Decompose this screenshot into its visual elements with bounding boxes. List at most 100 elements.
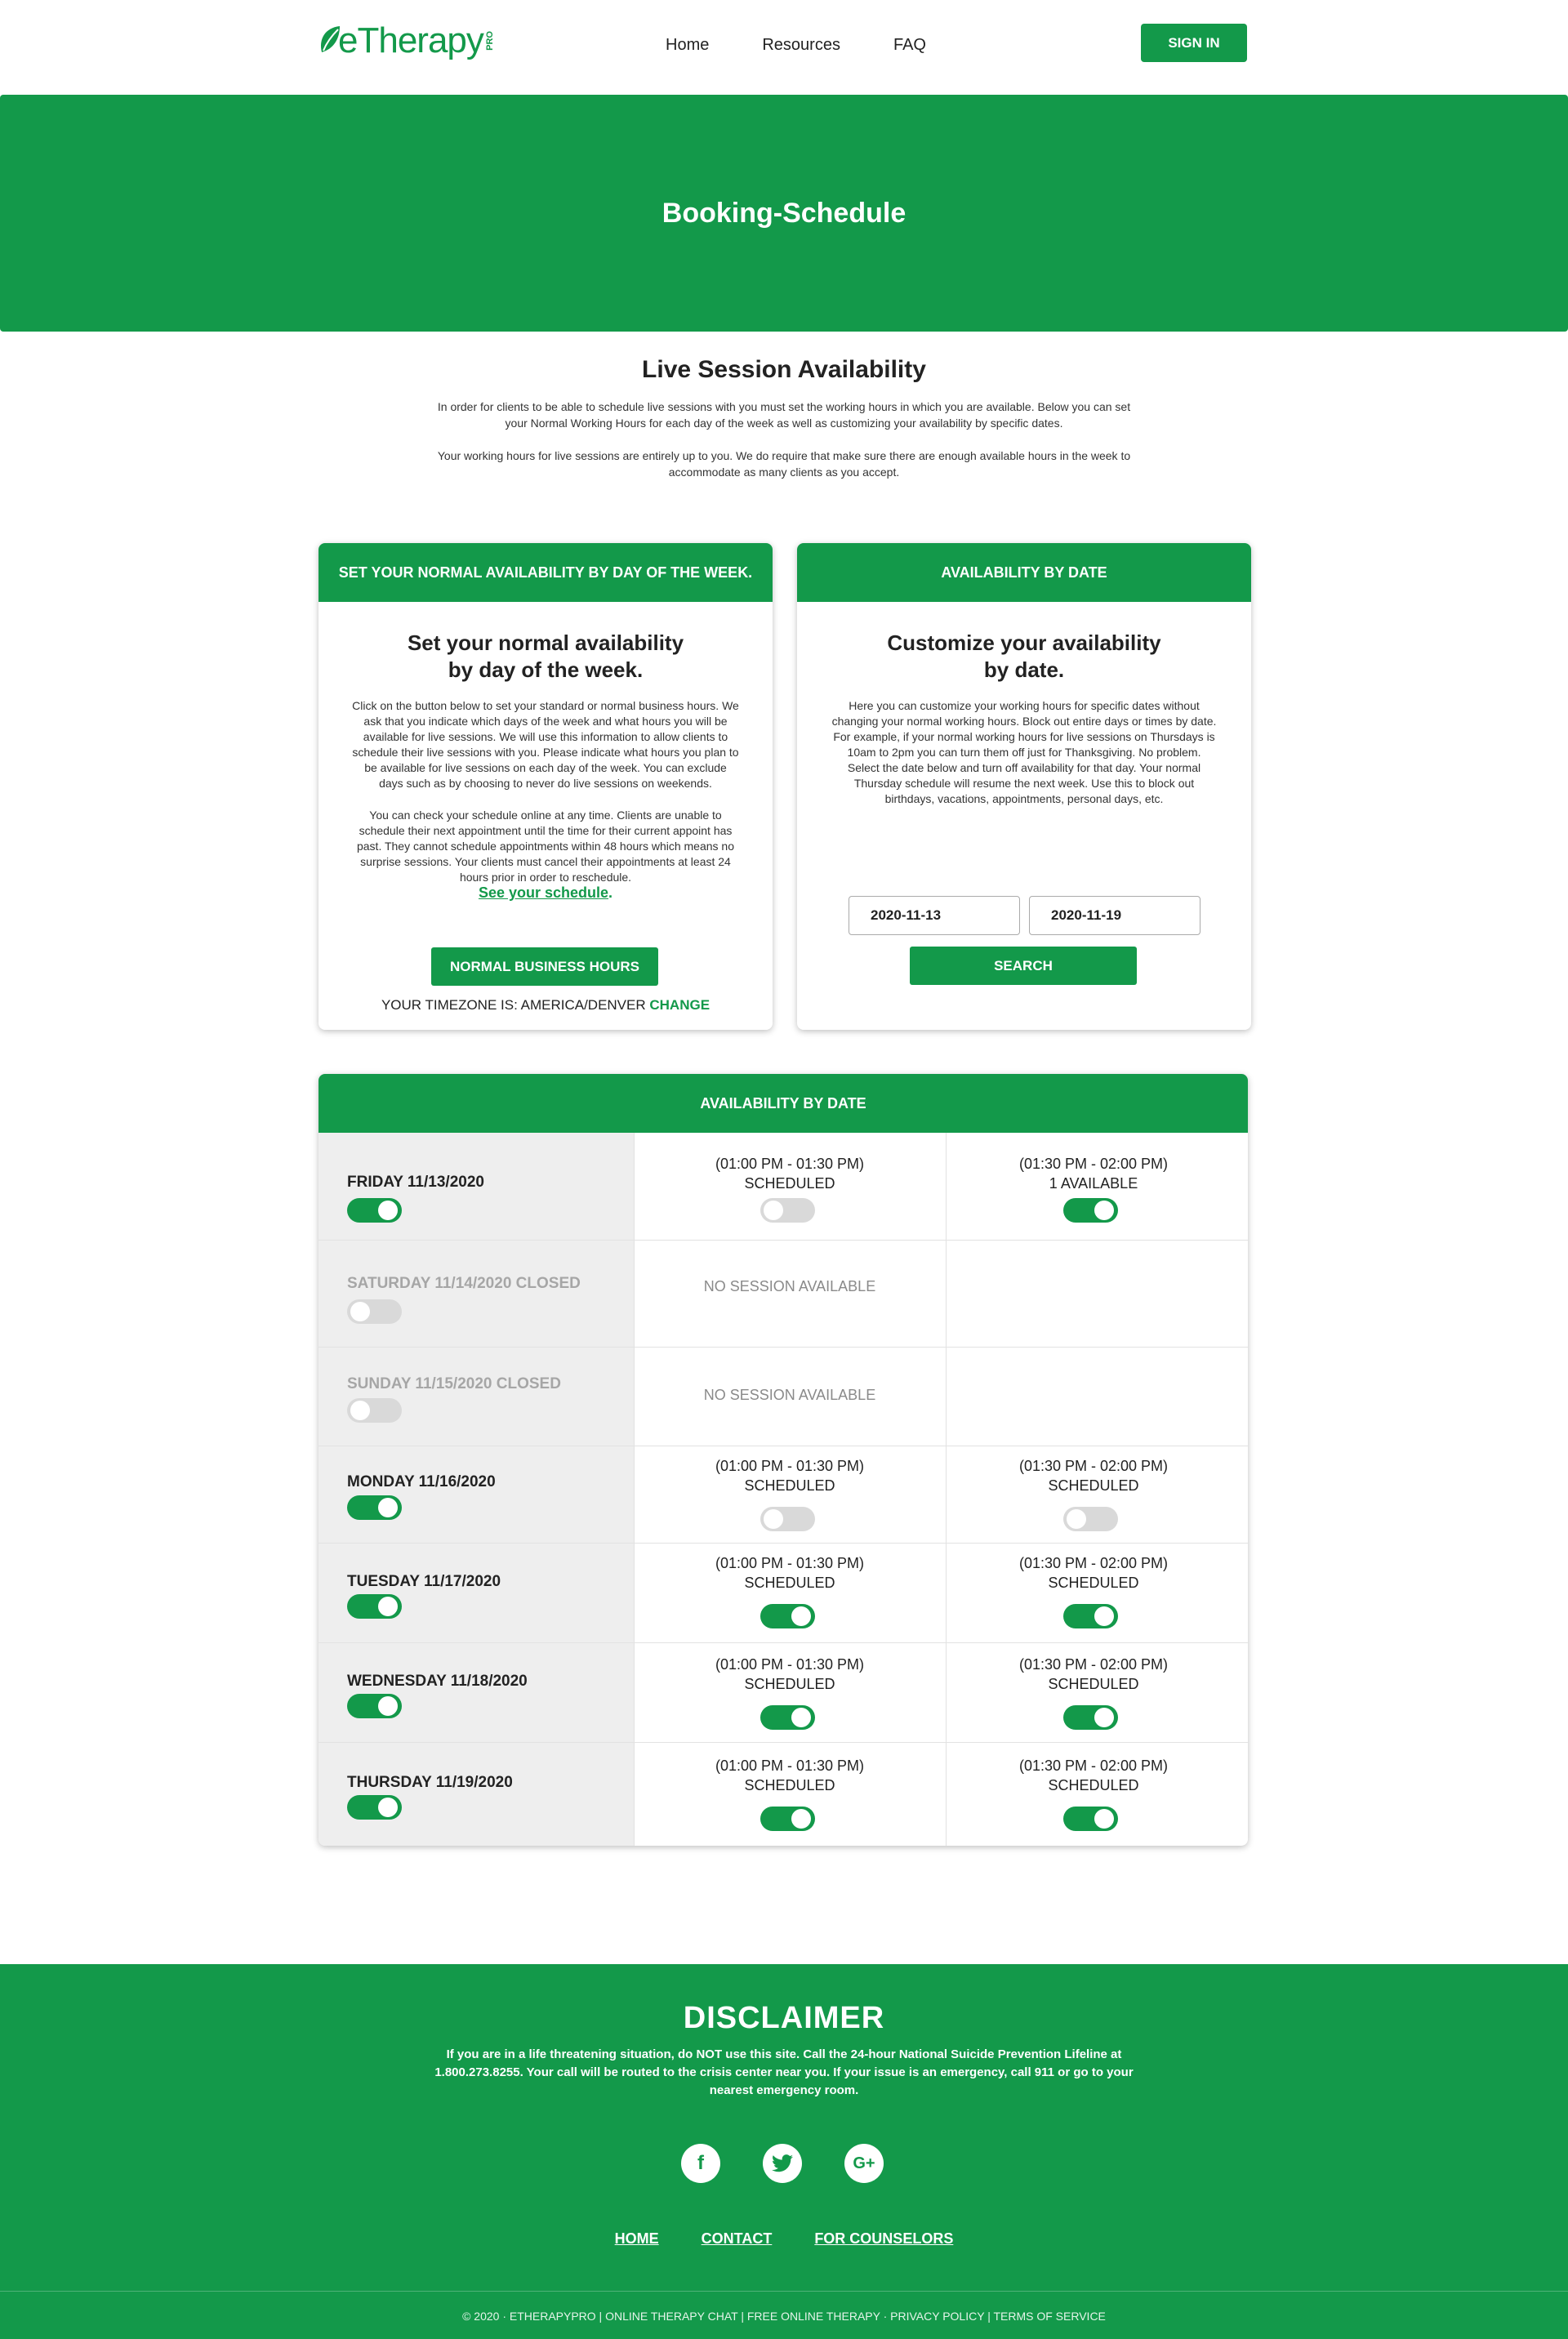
table-row-monday: MONDAY 11/16/2020 (01:00 PM - 01:30 PM) … — [318, 1446, 1248, 1544]
slot-status: 1 AVAILABLE — [1049, 1175, 1138, 1192]
day-toggle[interactable] — [347, 1795, 402, 1820]
slot-time: (01:00 PM - 01:30 PM) — [715, 1758, 865, 1774]
slot-time: (01:30 PM - 02:00 PM) — [1018, 1458, 1169, 1474]
slot-2: (01:30 PM - 02:00 PM) 1 AVAILABLE — [938, 1154, 1248, 1193]
card-title: Customize your availability by date. — [887, 630, 1161, 682]
availability-by-date-card: AVAILABILITY BY DATE Customize your avai… — [797, 543, 1251, 1030]
slot-2-toggle[interactable] — [1063, 1705, 1118, 1730]
slot-status: SCHEDULED — [1048, 1777, 1139, 1793]
intro-title: Live Session Availability — [642, 356, 926, 383]
card-paragraph-1: Click on the button below to set your st… — [352, 699, 739, 790]
slot-1-toggle[interactable] — [760, 1807, 815, 1831]
table-row-saturday: SATURDAY 11/14/2020 CLOSED NO SESSION AV… — [318, 1241, 1248, 1348]
slot-time: (01:30 PM - 02:00 PM) — [1018, 1758, 1169, 1774]
slot-status: SCHEDULED — [1048, 1575, 1139, 1591]
slot-status: SCHEDULED — [744, 1777, 835, 1793]
day-label: WEDNESDAY 11/18/2020 — [347, 1673, 528, 1690]
table-row-friday: FRIDAY 11/13/2020 (01:00 PM - 01:30 PM) … — [318, 1133, 1248, 1241]
footer-link-for-counselors[interactable]: FOR COUNSELORS — [814, 2230, 953, 2248]
slot-1-toggle[interactable] — [760, 1198, 815, 1223]
timezone-label: YOUR TIMEZONE IS: — [381, 997, 518, 1013]
card-body: Here you can customize your working hour… — [797, 698, 1251, 807]
nav-faq[interactable]: FAQ — [893, 36, 926, 55]
intro-paragraph-1: In order for clients to be able to sched… — [437, 400, 1131, 430]
availability-table-card: AVAILABILITY BY DATE FRIDAY 11/13/2020 (… — [318, 1074, 1248, 1846]
slot-1: (01:00 PM - 01:30 PM) SCHEDULED — [635, 1456, 945, 1495]
card-paragraph-2-text: You can check your schedule online at an… — [356, 809, 735, 884]
page-title: Booking-Schedule — [662, 197, 906, 229]
search-button[interactable]: SEARCH — [910, 947, 1137, 985]
link-period: . — [608, 884, 613, 901]
normal-business-hours-button[interactable]: NORMAL BUSINESS HOURS — [431, 947, 658, 986]
twitter-icon[interactable] — [763, 2144, 802, 2183]
day-cell — [318, 1544, 634, 1642]
card-header: AVAILABILITY BY DATE — [797, 543, 1251, 602]
day-toggle[interactable] — [347, 1398, 402, 1423]
nav-home[interactable]: Home — [666, 36, 709, 55]
table-header: AVAILABILITY BY DATE — [318, 1074, 1248, 1133]
day-label: FRIDAY 11/13/2020 — [347, 1174, 484, 1191]
slot-2-toggle[interactable] — [1063, 1507, 1118, 1531]
timezone-line: YOUR TIMEZONE IS: AMERICA/DENVER CHANGE — [318, 997, 773, 1014]
site-header: eTherapy PRO Home Resources FAQ SIGN IN — [0, 0, 1568, 95]
slot-status: SCHEDULED — [744, 1175, 835, 1192]
footer-link-home[interactable]: HOME — [615, 2230, 659, 2248]
slot-2-toggle[interactable] — [1063, 1604, 1118, 1628]
slot-time: (01:30 PM - 02:00 PM) — [1018, 1156, 1169, 1172]
slot-1-toggle[interactable] — [760, 1705, 815, 1730]
slot-status: SCHEDULED — [744, 1575, 835, 1591]
card-body: Click on the button below to set your st… — [318, 698, 773, 902]
footer-links: HOME CONTACT FOR COUNSELORS — [0, 2230, 1568, 2248]
day-cell — [318, 1348, 634, 1446]
date-to-input[interactable]: 2020-11-19 — [1029, 896, 1200, 935]
google-plus-icon[interactable]: G+ — [844, 2144, 884, 2183]
date-from-input[interactable]: 2020-11-13 — [849, 896, 1020, 935]
main-nav: Home Resources FAQ — [666, 36, 979, 55]
logo[interactable]: eTherapy PRO — [318, 18, 495, 64]
card-title: Set your normal availability by day of t… — [407, 630, 684, 682]
nav-resources[interactable]: Resources — [762, 36, 840, 55]
day-label: THURSDAY 11/19/2020 — [347, 1774, 513, 1791]
slot-1: (01:00 PM - 01:30 PM) SCHEDULED — [635, 1553, 945, 1593]
slot-2: (01:30 PM - 02:00 PM) SCHEDULED — [938, 1756, 1248, 1795]
footer-divider — [0, 2291, 1568, 2292]
day-toggle[interactable] — [347, 1495, 402, 1520]
slot-time: (01:30 PM - 02:00 PM) — [1018, 1656, 1169, 1673]
day-toggle[interactable] — [347, 1594, 402, 1619]
timezone-change-link[interactable]: CHANGE — [649, 997, 710, 1013]
day-label: SUNDAY 11/15/2020 CLOSED — [347, 1375, 561, 1392]
slot-1: (01:00 PM - 01:30 PM) SCHEDULED — [635, 1756, 945, 1795]
slot-1: (01:00 PM - 01:30 PM) SCHEDULED — [635, 1154, 945, 1193]
disclaimer-title: DISCLAIMER — [683, 2001, 885, 2035]
day-label: MONDAY 11/16/2020 — [347, 1473, 496, 1490]
slot-2-toggle[interactable] — [1063, 1807, 1118, 1831]
day-toggle[interactable] — [347, 1694, 402, 1718]
slot-1-toggle[interactable] — [760, 1604, 815, 1628]
day-cell — [318, 1446, 634, 1543]
slot-status: SCHEDULED — [1048, 1477, 1139, 1494]
intro-paragraph-2: Your working hours for live sessions are… — [437, 449, 1131, 479]
slot-1: (01:00 PM - 01:30 PM) SCHEDULED — [635, 1655, 945, 1694]
table-row-tuesday: TUESDAY 11/17/2020 (01:00 PM - 01:30 PM)… — [318, 1544, 1248, 1643]
card-header: SET YOUR NORMAL AVAILABILITY BY DAY OF T… — [318, 543, 773, 602]
slot-time: (01:00 PM - 01:30 PM) — [715, 1656, 865, 1673]
slot-2: (01:30 PM - 02:00 PM) SCHEDULED — [938, 1553, 1248, 1593]
day-cell — [318, 1643, 634, 1742]
slot-2: (01:30 PM - 02:00 PM) SCHEDULED — [938, 1456, 1248, 1495]
slot-time: (01:00 PM - 01:30 PM) — [715, 1156, 865, 1172]
no-session-label: NO SESSION AVAILABLE — [703, 1387, 876, 1403]
day-toggle[interactable] — [347, 1198, 402, 1223]
see-schedule-link[interactable]: See your schedule — [479, 884, 608, 901]
facebook-icon[interactable]: f — [681, 2144, 720, 2183]
sign-in-button[interactable]: SIGN IN — [1141, 24, 1247, 62]
slot-2-toggle[interactable] — [1063, 1198, 1118, 1223]
footer-link-contact[interactable]: CONTACT — [702, 2230, 773, 2248]
slot-status: SCHEDULED — [1048, 1676, 1139, 1692]
day-cell — [318, 1743, 634, 1846]
no-session-label: NO SESSION AVAILABLE — [703, 1278, 876, 1294]
slot-status: SCHEDULED — [744, 1676, 835, 1692]
normal-availability-card: SET YOUR NORMAL AVAILABILITY BY DAY OF T… — [318, 543, 773, 1030]
day-toggle[interactable] — [347, 1299, 402, 1324]
disclaimer-text: If you are in a life threatening situati… — [434, 2047, 1134, 2097]
slot-1-toggle[interactable] — [760, 1507, 815, 1531]
